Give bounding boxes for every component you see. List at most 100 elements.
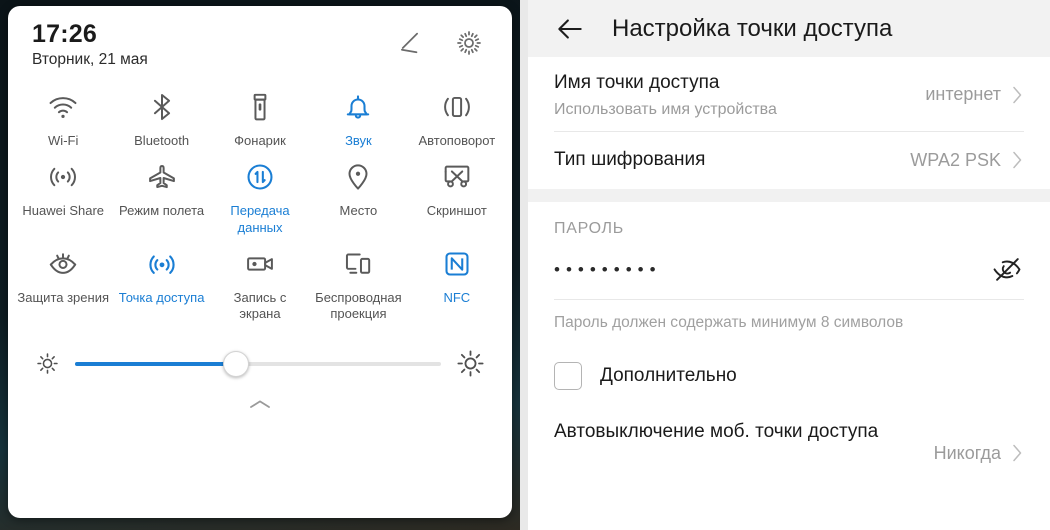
checkbox-label: Дополнительно	[600, 365, 737, 387]
slider-knob[interactable]	[223, 350, 250, 377]
screen: 17:26 Вторник, 21 мая Wi-Fi Bluetooth Фо…	[0, 0, 1050, 530]
eye-off-icon[interactable]	[990, 252, 1024, 286]
advanced-checkbox-row[interactable]: Дополнительно	[554, 332, 1024, 391]
location-pin-icon	[341, 160, 375, 194]
chevron-right-icon	[1011, 149, 1024, 171]
row-value: WPA2 PSK	[910, 149, 1001, 170]
tile-label: Место	[339, 203, 378, 219]
tile-label: Передача данных	[230, 203, 290, 235]
row-title: Тип шифрования	[554, 148, 706, 170]
tile-location[interactable]: Место	[309, 153, 407, 240]
checkbox-advanced[interactable]	[554, 362, 582, 391]
slider-fill	[75, 361, 237, 366]
nfc-icon	[440, 247, 474, 281]
settings-list: Имя точки доступа Использовать имя устро…	[520, 57, 1050, 189]
tile-screen-record[interactable]: Запись с экрана	[211, 240, 309, 327]
clock-block: 17:26 Вторник, 21 мая	[32, 20, 148, 69]
auto-rotate-icon	[440, 90, 474, 124]
row-title: Имя точки доступа	[554, 72, 720, 93]
tile-nfc[interactable]: NFC	[408, 240, 506, 327]
screenshot-icon	[440, 160, 474, 194]
hotspot-settings-panel: Настройка точки доступа Имя точки доступ…	[520, 0, 1050, 530]
tile-label: Запись с экрана	[233, 289, 287, 321]
row-hotspot-name[interactable]: Имя точки доступа Использовать имя устро…	[554, 57, 1024, 131]
hotspot-icon	[145, 247, 179, 281]
tile-label: NFC	[443, 289, 471, 305]
bluetooth-icon	[145, 90, 179, 124]
brightness-low-icon	[34, 350, 61, 377]
row-text-block: Имя точки доступа Использовать имя устро…	[554, 71, 777, 119]
row-value: Никогда	[933, 442, 1001, 463]
row-value: интернет	[925, 84, 1001, 105]
settings-gear-icon[interactable]	[454, 28, 484, 58]
password-value: •••••••••	[554, 259, 662, 279]
tile-label: Защита зрения	[17, 289, 109, 305]
page-title: Настройка точки доступа	[612, 14, 893, 42]
tile-hotspot[interactable]: Точка доступа	[112, 240, 210, 327]
tile-eye-comfort[interactable]: Защита зрения	[14, 240, 112, 327]
tile-screenshot[interactable]: Скриншот	[408, 153, 506, 240]
shade-header: 17:26 Вторник, 21 мая	[8, 6, 512, 73]
edit-icon[interactable]	[394, 28, 424, 58]
row-auto-off[interactable]: Автовыключение моб. точки доступа Никогд…	[554, 390, 1024, 464]
password-section: ПАРОЛЬ ••••••••• Пароль должен содержать…	[520, 202, 1050, 464]
tile-label: Режим полета	[119, 203, 205, 219]
wifi-icon	[46, 90, 80, 124]
quick-tiles-row: Защита зрения Точка доступа Запись с экр…	[14, 240, 506, 327]
password-hint: Пароль должен содержать минимум 8 символ…	[554, 314, 904, 332]
tile-wifi[interactable]: Wi-Fi	[14, 83, 112, 153]
chevron-right-icon	[1011, 84, 1024, 106]
tile-label: Huawei Share	[22, 203, 105, 219]
tile-huawei-share[interactable]: Huawei Share	[14, 153, 112, 240]
clock-date: Вторник, 21 мая	[32, 51, 148, 68]
tile-wireless-projection[interactable]: Беспроводная проекция	[309, 240, 407, 327]
row-title: Автовыключение моб. точки доступа	[554, 421, 879, 443]
notification-shade: 17:26 Вторник, 21 мая Wi-Fi Bluetooth Фо…	[8, 6, 512, 518]
tile-mobile-data[interactable]: Передача данных	[211, 153, 309, 240]
brightness-high-icon	[455, 348, 486, 379]
tile-airplane-mode[interactable]: Режим полета	[112, 153, 210, 240]
wireless-projection-icon	[341, 247, 375, 281]
section-label-password: ПАРОЛЬ	[554, 220, 624, 238]
flashlight-icon	[243, 90, 277, 124]
tile-label: Wi-Fi	[48, 133, 79, 148]
screen-record-icon	[243, 247, 277, 281]
tile-flashlight[interactable]: Фонарик	[211, 83, 309, 153]
huawei-share-icon	[46, 160, 80, 194]
tile-label: Беспроводная проекция	[315, 289, 402, 321]
row-value-block: Никогда	[934, 420, 1024, 464]
quick-settings-panel: 17:26 Вторник, 21 мая Wi-Fi Bluetooth Фо…	[0, 0, 520, 530]
tile-label: Фонарик	[234, 133, 286, 148]
panel-edge-strip	[520, 0, 528, 530]
tile-label: Звук	[345, 133, 372, 148]
section-gap-band	[520, 189, 1050, 203]
row-value-block: WPA2 PSK	[910, 149, 1024, 171]
back-arrow-icon[interactable]	[554, 13, 586, 45]
app-bar: Настройка точки доступа	[520, 0, 1050, 57]
brightness-row	[8, 332, 512, 379]
airplane-icon	[145, 160, 179, 194]
tile-label: Автоповорот	[418, 133, 496, 148]
row-subtitle: Использовать имя устройства	[554, 100, 777, 118]
bell-icon	[341, 90, 375, 124]
row-value-block: интернет	[925, 84, 1024, 106]
header-icon-group	[394, 20, 488, 58]
quick-tiles-row: Wi-Fi Bluetooth Фонарик Звук Автоповорот	[14, 83, 506, 153]
row-text-block: Автовыключение моб. точки доступа	[554, 420, 878, 445]
password-field[interactable]: •••••••••	[554, 238, 1024, 299]
quick-tiles-row: Huawei Share Режим полета Передача данны…	[14, 153, 506, 240]
shade-expand-handle[interactable]	[8, 396, 512, 412]
tile-label: Скриншот	[426, 203, 487, 219]
brightness-slider[interactable]	[75, 350, 441, 377]
tile-sound[interactable]: Звук	[309, 83, 407, 153]
clock-time: 17:26	[32, 20, 97, 48]
eye-comfort-icon	[46, 247, 80, 281]
row-text-block: Тип шифрования	[554, 148, 705, 173]
tile-label: Bluetooth	[134, 133, 190, 148]
quick-tiles-grid: Wi-Fi Bluetooth Фонарик Звук Автоповорот…	[8, 73, 512, 326]
tile-bluetooth[interactable]: Bluetooth	[112, 83, 210, 153]
chevron-right-icon	[1011, 442, 1024, 464]
row-encryption-type[interactable]: Тип шифрования WPA2 PSK	[554, 132, 1024, 190]
mobile-data-icon	[243, 160, 277, 194]
tile-auto-rotate[interactable]: Автоповорот	[408, 83, 506, 153]
